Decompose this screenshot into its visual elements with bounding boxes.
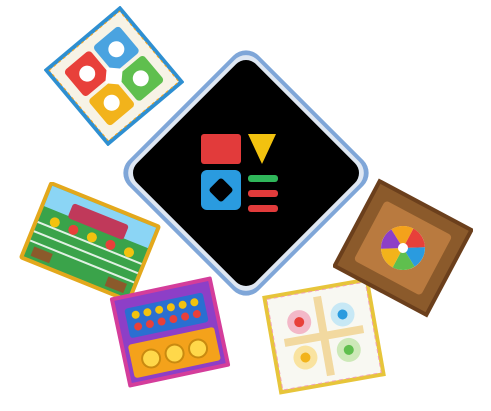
game-collection-showcase	[0, 0, 491, 411]
game-console-device[interactable]	[116, 42, 376, 304]
